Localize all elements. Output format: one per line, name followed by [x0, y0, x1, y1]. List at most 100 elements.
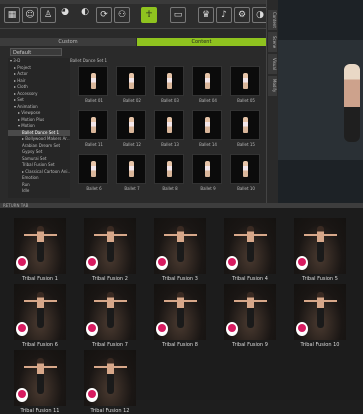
- motion-thumbnail[interactable]: Ballet 05: [230, 66, 260, 103]
- dancer-arm: [304, 300, 337, 302]
- thumbnail-label: Tribal Fusion 5: [302, 276, 338, 282]
- tree-item[interactable]: Arabian Dream Set: [8, 143, 60, 149]
- tree-item[interactable]: ▸ Set: [8, 97, 24, 103]
- animation-icon[interactable]: ♛: [198, 7, 214, 23]
- tree-item[interactable]: Run: [8, 182, 30, 188]
- preview-figure: [344, 64, 360, 142]
- tree-item[interactable]: ▸ Actor: [8, 71, 28, 77]
- side-tab[interactable]: Visual: [268, 54, 277, 74]
- pose-icon[interactable]: ☥: [141, 7, 157, 23]
- tree-item[interactable]: Tribal Fusion Set: [8, 162, 55, 168]
- motion-thumbnail[interactable]: Ballet 11: [78, 110, 108, 147]
- motion-thumbnail[interactable]: Ballet 13: [154, 110, 184, 147]
- motion-thumbnail[interactable]: Ballet 6: [78, 154, 108, 191]
- thumbnail-label: Tribal Fusion 8: [162, 342, 198, 348]
- lips-icon[interactable]: ◕: [58, 5, 72, 19]
- motion-thumbnail[interactable]: [14, 218, 66, 274]
- tree-item[interactable]: Emotion: [8, 175, 39, 181]
- thumbnail-label: Tribal Fusion 12: [90, 408, 130, 414]
- motion-thumbnail[interactable]: Ballet 04: [192, 66, 222, 103]
- motion-thumbnail[interactable]: Ballet 02: [116, 66, 146, 103]
- motion-thumbnail[interactable]: [224, 284, 276, 340]
- tribal-fusion-grid: Tribal Fusion 1 Tribal Fusion 2 Tribal Fus…: [0, 208, 363, 414]
- thumbnail-label: Ballet 10: [237, 186, 255, 191]
- tree-item[interactable]: ▸ Bollywood Makers Ar…: [8, 136, 70, 142]
- motion-thumbnail[interactable]: Ballet 7: [116, 154, 146, 191]
- dancer-body: [317, 226, 324, 262]
- dancer-body: [37, 226, 44, 262]
- tree-item[interactable]: ▸ Accessory: [8, 91, 37, 97]
- tree-item[interactable]: ▸ Hair: [8, 78, 26, 84]
- mask-icon[interactable]: ◐: [78, 5, 92, 19]
- thumbnail-label: Ballet 9: [200, 186, 216, 191]
- capture-icon[interactable]: ▭: [170, 7, 186, 23]
- tree-item[interactable]: ▸ Motion Plus: [8, 117, 44, 123]
- motion-thumbnail[interactable]: Ballet 8: [154, 154, 184, 191]
- sound-icon[interactable]: ♪: [216, 7, 232, 23]
- tree-item[interactable]: ▸ Viewpose: [8, 110, 40, 116]
- tree-item[interactable]: ▸ Cloth: [8, 84, 28, 90]
- thumbnail-label: Tribal Fusion 3: [162, 276, 198, 282]
- settings-icon[interactable]: ⚙: [234, 7, 250, 23]
- thumbnail-label: Tribal Fusion 7: [92, 342, 128, 348]
- tree-item[interactable]: Idle: [8, 188, 29, 194]
- figure-outline-icon[interactable]: ♙: [40, 7, 56, 23]
- thumbnail-label: Tribal Fusion 9: [232, 342, 268, 348]
- motion-thumbnail[interactable]: [84, 218, 136, 274]
- motion-thumbnail[interactable]: [14, 350, 66, 406]
- side-tab[interactable]: Modify: [268, 76, 277, 96]
- motion-thumbnail[interactable]: [154, 284, 206, 340]
- motion-thumbnail[interactable]: [294, 218, 346, 274]
- motion-thumbnail[interactable]: [154, 218, 206, 274]
- motion-thumbnail[interactable]: [84, 284, 136, 340]
- tree-item[interactable]: Samurai Set: [8, 156, 46, 162]
- dancer-figure: [129, 161, 134, 177]
- motion-thumbnail[interactable]: Ballet 03: [154, 66, 184, 103]
- rotate-icon[interactable]: ⟳: [96, 7, 112, 23]
- thumbnail-label: Ballet 03: [161, 98, 179, 103]
- tag-icon: [86, 322, 98, 336]
- dancer-figure: [167, 117, 172, 133]
- motion-thumbnail[interactable]: [294, 284, 346, 340]
- tree-item[interactable]: ▸ Classical Cartoon Ani…: [8, 169, 70, 175]
- motion-icon[interactable]: ⚇: [114, 7, 130, 23]
- tree-item[interactable]: Gypsy Set: [8, 149, 42, 155]
- motion-thumbnail[interactable]: Ballet 15: [230, 110, 260, 147]
- tree-item[interactable]: ▾ Animation: [8, 104, 38, 110]
- tree-item[interactable]: ▾ 3-D: [8, 58, 20, 64]
- dancer-figure: [205, 73, 210, 89]
- tree-item[interactable]: Ballet Dance Set 1: [8, 129, 70, 136]
- dancer-body: [37, 358, 44, 394]
- motion-thumbnail[interactable]: Ballet 10: [230, 154, 260, 191]
- dancer-body: [107, 226, 114, 262]
- ballet-thumbnail-grid: Ballet 01 Ballet 02 Ballet 03 Ballet 04 Ball…: [70, 66, 266, 198]
- tree-item[interactable]: ▸ Project: [8, 65, 31, 71]
- motion-thumbnail[interactable]: [84, 350, 136, 406]
- tab-content[interactable]: Content: [137, 38, 266, 46]
- motion-thumbnail[interactable]: Ballet 9: [192, 154, 222, 191]
- motion-thumbnail[interactable]: Ballet 12: [116, 110, 146, 147]
- side-tab[interactable]: Scene: [268, 32, 277, 52]
- dancer-figure: [129, 73, 134, 89]
- dancer-body: [177, 226, 184, 262]
- thumbnail-label: Ballet 6: [86, 186, 102, 191]
- dancer-arm: [304, 234, 337, 236]
- filter-dropdown[interactable]: Default: [10, 48, 62, 56]
- grid-icon[interactable]: ▦: [4, 7, 20, 23]
- motion-thumbnail[interactable]: [14, 284, 66, 340]
- figure-icon[interactable]: ☺: [22, 7, 38, 23]
- toolbar: ▦ ☺ ♙ ◕ ◐ ⟳ ⚇ ☥ ▭ ♛ ♪ ⚙ ◑: [0, 4, 268, 29]
- side-tab[interactable]: Content: [268, 10, 277, 30]
- dancer-arm: [94, 234, 127, 236]
- motion-thumbnail[interactable]: [224, 218, 276, 274]
- dancer-arm: [234, 234, 267, 236]
- dancer-figure: [91, 161, 96, 177]
- tag-icon: [16, 256, 28, 270]
- tree-item[interactable]: ▾ Motion: [8, 123, 35, 129]
- dancer-body: [177, 292, 184, 328]
- motion-thumbnail[interactable]: Ballet 14: [192, 110, 222, 147]
- motion-thumbnail[interactable]: Ballet 01: [78, 66, 108, 103]
- folder-path: Ballet Dance Set 1: [70, 58, 108, 63]
- thumbnail-label: Ballet 13: [161, 142, 179, 147]
- tab-custom[interactable]: Custom: [0, 38, 136, 46]
